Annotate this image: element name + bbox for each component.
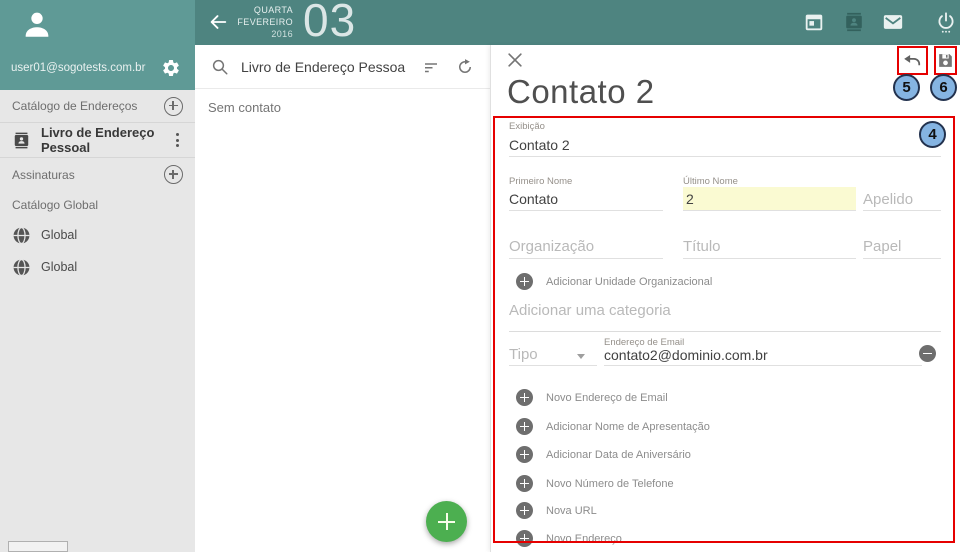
add-button-label: Novo Endereço de Email	[546, 392, 668, 404]
app-root: user01@sogotests.com.br Catálogo de Ende…	[0, 0, 960, 552]
plus-circle-icon	[516, 502, 533, 519]
section-divider	[509, 331, 941, 332]
browser-status-popup	[8, 541, 68, 552]
save-icon[interactable]	[936, 51, 955, 70]
categoria-field[interactable]	[509, 297, 941, 323]
date-month: FEVEREIRO	[231, 16, 293, 28]
papel-field[interactable]	[863, 233, 941, 259]
add-url-button[interactable]: Nova URL	[516, 502, 597, 519]
calendar-app-icon[interactable]	[803, 11, 825, 33]
email-field[interactable]	[604, 345, 922, 366]
plus-circle-icon	[516, 475, 533, 492]
add-endereco-button[interactable]: Novo Endereço	[516, 530, 622, 547]
sidebar-item-catalogo-enderecos[interactable]: Catálogo de Endereços	[0, 90, 195, 123]
address-book-icon	[12, 131, 31, 150]
close-icon[interactable]	[505, 50, 525, 70]
sidebar-item-global-2[interactable]: Global	[0, 251, 195, 283]
sidebar-item-label: Livro de Endereço Pessoal	[41, 125, 172, 155]
add-button-label: Novo Endereço	[546, 533, 622, 545]
user-avatar-icon	[20, 7, 54, 41]
add-email-button[interactable]: Novo Endereço de Email	[516, 389, 668, 406]
addressbook-menu-icon[interactable]	[172, 131, 183, 149]
settings-gear-icon[interactable]	[161, 58, 181, 78]
add-button-label: Adicionar Data de Aniversário	[546, 449, 691, 461]
add-button-label: Adicionar Nome de Apresentação	[546, 421, 710, 433]
annotation-callout-5: 5	[893, 74, 920, 101]
add-telefone-button[interactable]: Novo Número de Telefone	[516, 475, 674, 492]
save-annotation-box	[934, 46, 957, 75]
plus-circle-icon	[516, 418, 533, 435]
undo-icon[interactable]	[903, 51, 922, 70]
sidebar-item-label: Assinaturas	[12, 168, 75, 182]
contact-editor-panel: 5 6 4 Contato 2 Exibição Primeiro Nome Ú…	[490, 45, 960, 552]
search-input[interactable]	[241, 59, 406, 75]
chevron-down-icon[interactable]	[577, 354, 585, 359]
ultimo-nome-field[interactable]	[683, 187, 856, 211]
date-year: 2016	[231, 28, 293, 40]
add-unidade-organizacional-button[interactable]: Adicionar Unidade Organizacional	[516, 273, 712, 290]
account-row: user01@sogotests.com.br	[0, 46, 195, 90]
field-label-ultimo-nome: Último Nome	[683, 176, 738, 187]
globe-icon	[12, 258, 31, 277]
titulo-field[interactable]	[683, 233, 856, 259]
field-label-primeiro-nome: Primeiro Nome	[509, 176, 572, 187]
remove-email-icon[interactable]	[919, 345, 936, 362]
date-day: 03	[303, 0, 356, 47]
add-button-label: Adicionar Unidade Organizacional	[546, 276, 712, 288]
exibicao-field[interactable]	[509, 133, 941, 157]
apelido-field[interactable]	[863, 187, 941, 211]
sidebar: user01@sogotests.com.br Catálogo de Ende…	[0, 0, 195, 552]
sort-icon[interactable]	[422, 58, 440, 76]
date-weekday: QUARTA	[231, 4, 293, 16]
contact-title: Contato 2	[507, 73, 655, 111]
top-bar: QUARTA FEVEREIRO 2016 03	[195, 0, 960, 45]
sidebar-item-catalogo-global: Catálogo Global	[0, 191, 195, 219]
annotation-callout-6: 6	[930, 74, 957, 101]
sidebar-item-label: Global	[41, 260, 77, 274]
refresh-icon[interactable]	[456, 58, 474, 76]
annotation-callout-4: 4	[919, 121, 946, 148]
back-arrow-icon[interactable]	[207, 11, 229, 33]
empty-list-message: Sem contato	[208, 100, 281, 115]
add-button-label: Nova URL	[546, 505, 597, 517]
undo-annotation-box	[897, 46, 928, 75]
plus-circle-icon	[516, 530, 533, 547]
add-subscription-icon[interactable]	[164, 165, 183, 184]
logout-power-icon[interactable]	[935, 11, 957, 33]
contacts-app-icon[interactable]	[843, 11, 865, 33]
date-block: QUARTA FEVEREIRO 2016	[231, 4, 293, 40]
globe-icon	[12, 226, 31, 245]
sidebar-item-assinaturas[interactable]: Assinaturas	[0, 158, 195, 191]
add-data-aniversario-button[interactable]: Adicionar Data de Aniversário	[516, 446, 691, 463]
add-button-label: Novo Número de Telefone	[546, 478, 674, 490]
sidebar-item-livro-endereco-pessoal[interactable]: Livro de Endereço Pessoal	[0, 123, 195, 158]
plus-circle-icon	[516, 273, 533, 290]
mail-app-icon[interactable]	[882, 11, 904, 33]
new-contact-fab-button[interactable]	[426, 501, 467, 542]
sidebar-list: Catálogo de Endereços Livro de Endereço …	[0, 90, 195, 283]
organizacao-field[interactable]	[509, 233, 663, 259]
account-email: user01@sogotests.com.br	[11, 62, 161, 74]
plus-circle-icon	[516, 446, 533, 463]
sidebar-item-label: Catálogo Global	[12, 198, 98, 212]
sidebar-account-block: user01@sogotests.com.br	[0, 0, 195, 90]
add-nome-apresentacao-button[interactable]: Adicionar Nome de Apresentação	[516, 418, 710, 435]
contact-list-panel: Sem contato	[195, 45, 490, 552]
field-label-exibicao: Exibição	[509, 121, 545, 132]
sidebar-item-global-1[interactable]: Global	[0, 219, 195, 251]
add-addressbook-icon[interactable]	[164, 97, 183, 116]
search-toolbar	[195, 45, 490, 89]
search-icon[interactable]	[211, 58, 229, 76]
plus-circle-icon	[516, 389, 533, 406]
sidebar-item-label: Global	[41, 228, 77, 242]
sidebar-item-label: Catálogo de Endereços	[12, 99, 137, 113]
primeiro-nome-field[interactable]	[509, 187, 663, 211]
